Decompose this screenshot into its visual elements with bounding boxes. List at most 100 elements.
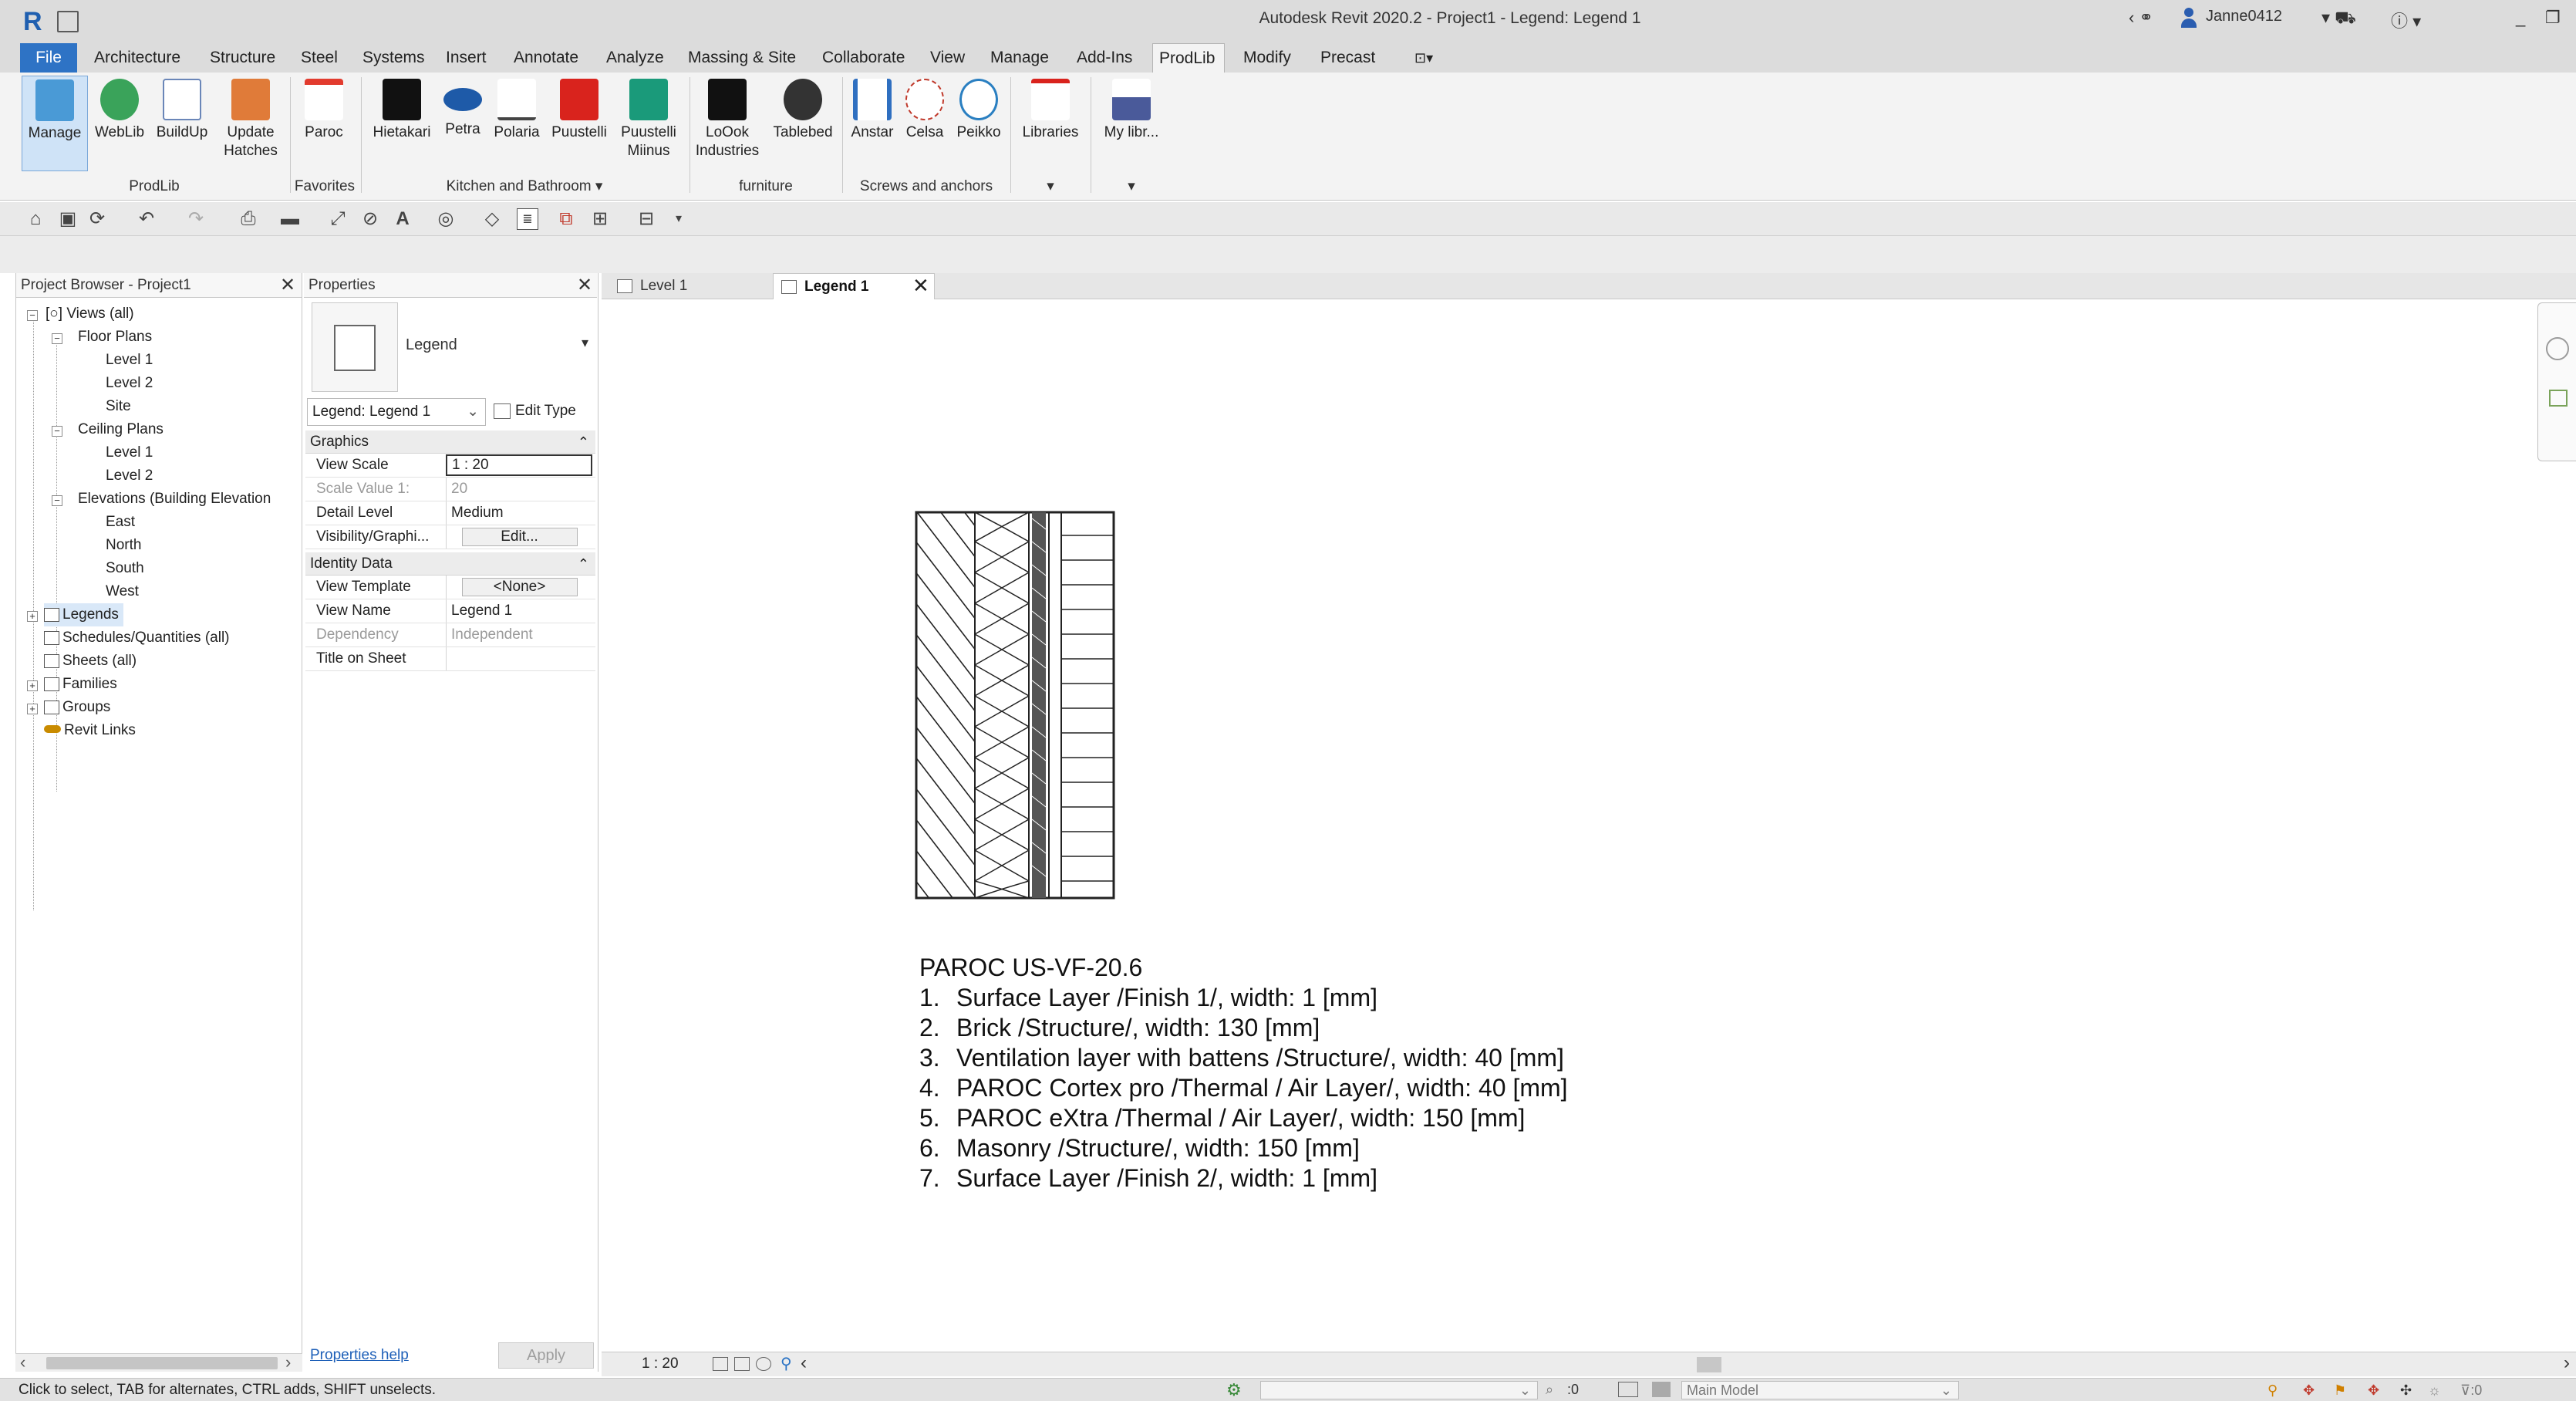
help-icon[interactable]: ⓘ ▾ <box>2391 8 2421 32</box>
canvas-scroll-thumb[interactable] <box>1697 1357 1721 1372</box>
tree-item-floor-level-2[interactable]: Level 2 <box>106 372 153 395</box>
main-model-icon[interactable] <box>1652 1382 1671 1397</box>
user-icon[interactable] <box>2180 8 2198 31</box>
zoom-icon[interactable] <box>2549 390 2568 407</box>
restore-icon[interactable]: ❐ <box>2545 8 2561 28</box>
tree-item-views-all[interactable]: [○] Views (all) <box>46 302 134 326</box>
collapse-icon[interactable]: ⌃ <box>578 552 589 576</box>
type-dropdown-icon[interactable]: ▾ <box>582 335 588 351</box>
tab-view[interactable]: View <box>924 43 971 73</box>
tree-item-north[interactable]: North <box>106 534 141 557</box>
collapse-icon[interactable]: − <box>52 333 62 344</box>
celsa-button[interactable]: Celsa <box>901 76 949 142</box>
tab-modify[interactable]: Modify <box>1237 43 1297 73</box>
select-by-face-icon[interactable]: ✥ <box>2368 1383 2383 1397</box>
tab-structure[interactable]: Structure <box>204 43 282 73</box>
tab-manage[interactable]: Manage <box>984 43 1055 73</box>
measure-icon[interactable]: ▬ <box>279 208 301 230</box>
puustelli-button[interactable]: Puustelli <box>546 76 612 142</box>
open-icon[interactable]: ⌂ <box>25 208 46 230</box>
close-icon[interactable]: ✕ <box>577 273 592 298</box>
tree-item-ceiling-plans[interactable]: Ceiling Plans <box>78 418 164 441</box>
workset-icon[interactable]: ⚙ <box>1226 1380 1242 1400</box>
instance-selector[interactable]: Legend: Legend 1 ⌄ <box>307 398 486 426</box>
collapse-icon[interactable]: ⌃ <box>578 430 589 454</box>
loook-industries-button[interactable]: LoOok Industries <box>691 76 764 160</box>
polaria-button[interactable]: Polaria <box>489 76 545 142</box>
view-name-value[interactable]: Legend 1 <box>446 599 592 623</box>
expand-icon[interactable]: + <box>27 611 38 622</box>
manage-button[interactable]: Manage <box>22 76 88 171</box>
tree-item-site[interactable]: Site <box>106 395 131 418</box>
scroll-left-icon[interactable]: ‹ <box>801 1352 807 1374</box>
switch-windows-icon[interactable]: ⊞ <box>589 208 611 230</box>
type-name[interactable]: Legend <box>406 336 457 354</box>
tree-item-ceiling-level-1[interactable]: Level 1 <box>106 441 153 464</box>
collapse-icon[interactable]: − <box>27 310 38 321</box>
tree-item-groups[interactable]: Groups <box>44 696 110 719</box>
tag-icon[interactable]: ⊘ <box>359 208 381 230</box>
group-graphics[interactable]: Graphics ⌃ <box>305 430 595 454</box>
view-scale-input[interactable]: 1 : 20 <box>446 454 592 476</box>
tree-item-east[interactable]: East <box>106 511 135 534</box>
title-on-sheet-value[interactable] <box>446 647 592 670</box>
browser-scrollbar[interactable]: ‹ › <box>15 1352 302 1372</box>
tree-item-revit-links[interactable]: Revit Links <box>44 719 136 742</box>
tree-item-families[interactable]: Families <box>44 673 117 696</box>
design-option-dropdown[interactable]: Main Model ⌄ <box>1681 1381 1959 1399</box>
filter-icon[interactable]: ⊽:0 <box>2460 1383 2507 1397</box>
collapse-icon[interactable]: − <box>52 495 62 506</box>
update-hatches-button[interactable]: Update Hatches <box>216 76 285 160</box>
binoculars-icon[interactable]: ‹ ⚭ <box>2129 8 2153 28</box>
properties-help-link[interactable]: Properties help <box>310 1347 409 1364</box>
tree-item-ceiling-level-2[interactable]: Level 2 <box>106 464 153 488</box>
drag-elements-icon[interactable]: ✣ <box>2400 1383 2416 1397</box>
reveal-hidden-icon[interactable]: ⚲ <box>781 1354 792 1373</box>
close-icon[interactable]: ✕ <box>280 273 295 298</box>
visibility-edit-button[interactable]: Edit... <box>461 528 578 546</box>
visual-style-icon[interactable] <box>734 1357 750 1371</box>
peikko-button[interactable]: Peikko <box>950 76 1007 142</box>
tab-prodlib[interactable]: ProdLib <box>1152 43 1225 73</box>
tab-precast[interactable]: Precast <box>1314 43 1381 73</box>
libraries-button[interactable]: Libraries <box>1015 76 1086 142</box>
tab-insert[interactable]: Insert <box>440 43 493 73</box>
ribbon-options-icon[interactable]: ⊡▾ <box>1408 43 1439 73</box>
tree-item-floor-plans[interactable]: Floor Plans <box>78 326 152 349</box>
tab-systems[interactable]: Systems <box>356 43 431 73</box>
apply-button[interactable]: Apply <box>498 1342 594 1369</box>
revit-logo[interactable]: R <box>23 6 48 37</box>
workset-dropdown[interactable]: ⌄ <box>1260 1381 1538 1399</box>
view-template-button[interactable]: <None> <box>461 578 578 596</box>
scroll-right-icon[interactable]: › <box>2564 1352 2570 1374</box>
scroll-thumb[interactable] <box>46 1357 278 1369</box>
select-pinned-icon[interactable]: ⚑ <box>2334 1383 2349 1397</box>
puustelli-miinus-button[interactable]: Puustelli Miinus <box>614 76 683 160</box>
close-hidden-icon[interactable]: ⧉ <box>555 208 577 230</box>
buildup-button[interactable]: BuildUp <box>151 76 213 142</box>
expand-icon[interactable]: + <box>27 704 38 714</box>
detail-level-value[interactable]: Medium <box>446 501 592 525</box>
my-libraries-button[interactable]: My libr... <box>1095 76 1168 142</box>
qat-customize-icon[interactable]: ⊟ <box>636 208 657 230</box>
navigation-bar[interactable] <box>2537 302 2576 461</box>
tab-architecture[interactable]: Architecture <box>88 43 187 73</box>
minimize-icon[interactable]: _ <box>2516 8 2525 28</box>
tab-file[interactable]: File <box>20 43 77 73</box>
tab-analyze[interactable]: Analyze <box>600 43 670 73</box>
undo-icon[interactable]: ↶ <box>136 208 157 230</box>
tree-item-floor-level-1[interactable]: Level 1 <box>106 349 153 372</box>
tab-legend-1[interactable]: Legend 1 ✕ <box>773 273 935 299</box>
panel-label-kitchen[interactable]: Kitchen and Bathroom ▾ <box>362 176 686 197</box>
save-icon[interactable]: ▣ <box>57 208 79 230</box>
user-name[interactable]: Janne0412 <box>2206 8 2282 25</box>
tree-item-sheets[interactable]: Sheets (all) <box>44 650 137 673</box>
dimension-icon[interactable]: ⤢ <box>327 208 349 230</box>
design-options-icon[interactable] <box>1618 1382 1638 1397</box>
weblib-button[interactable]: WebLib <box>89 76 150 142</box>
petra-button[interactable]: Petra <box>438 76 487 139</box>
thin-lines-icon[interactable]: ≣ <box>517 208 538 230</box>
tree-item-south[interactable]: South <box>106 557 144 580</box>
cart-icon[interactable]: ▾ ⛟ <box>2321 8 2356 30</box>
tab-level-1[interactable]: Level 1 <box>609 273 740 299</box>
